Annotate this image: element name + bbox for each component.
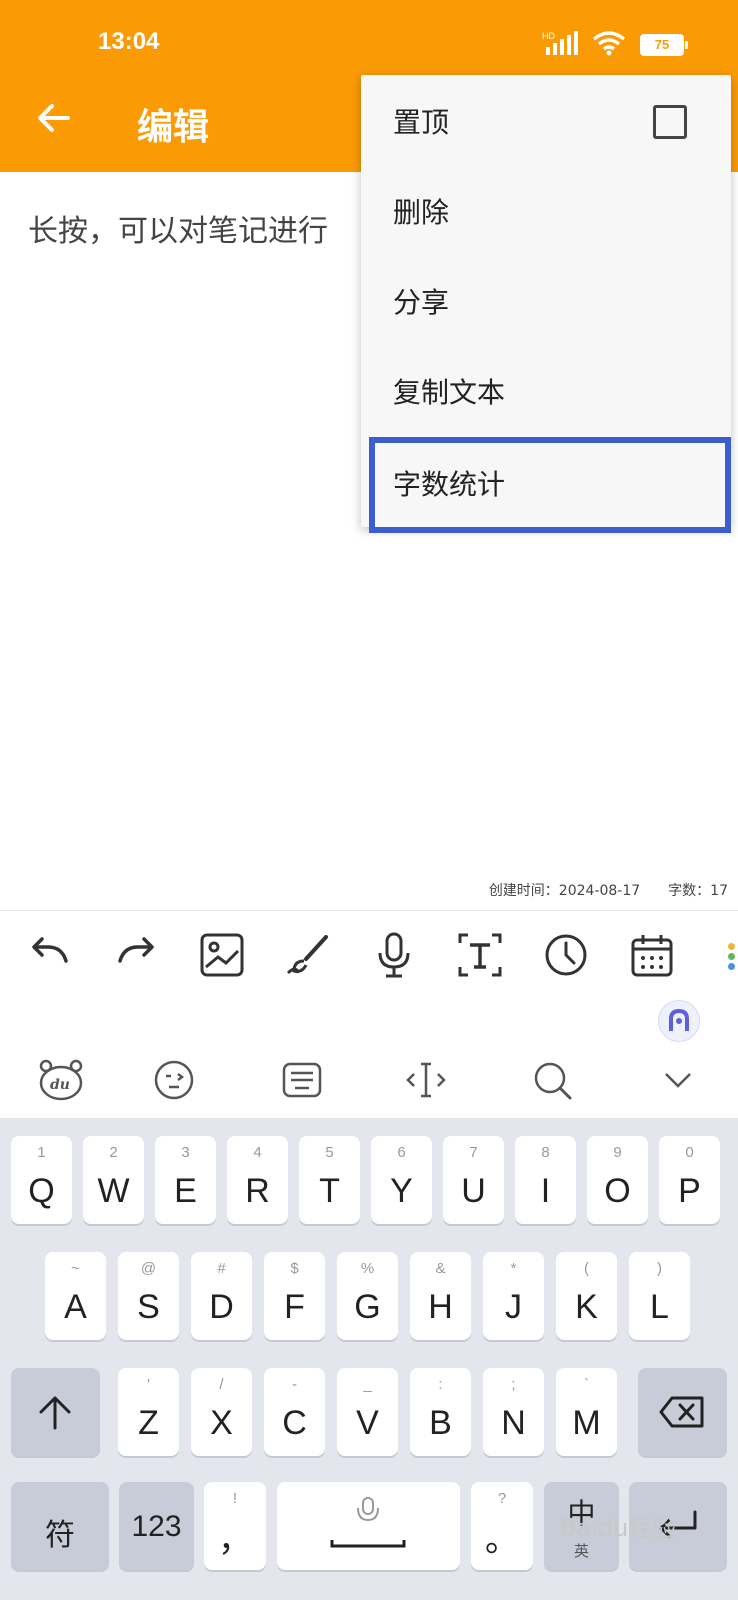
space-mic-icon — [330, 1497, 406, 1548]
key-s[interactable]: @ S — [118, 1252, 179, 1340]
keyboard-icon[interactable] — [280, 1058, 324, 1102]
more-tools-dots[interactable] — [728, 943, 738, 973]
pin-checkbox[interactable] — [653, 105, 687, 139]
key-j[interactable]: * J — [483, 1252, 544, 1340]
svg-text:du: du — [50, 1077, 70, 1093]
menu-item-label: 分享 — [393, 286, 450, 319]
key-b[interactable]: :B — [410, 1368, 471, 1456]
menu-item-pin[interactable]: 置顶 — [361, 75, 731, 165]
undo-icon[interactable] — [26, 931, 74, 979]
key-y[interactable]: 6Y — [371, 1136, 432, 1224]
menu-item-label: 复制文本 — [393, 376, 506, 409]
key-p[interactable]: 0P — [659, 1136, 720, 1224]
key-i[interactable]: 8I — [515, 1136, 576, 1224]
text-recognition-icon[interactable] — [456, 931, 504, 979]
microphone-icon[interactable] — [370, 931, 418, 979]
menu-item-delete[interactable]: 删除 — [361, 165, 731, 255]
note-content[interactable]: 长按，可以对笔记进行 — [28, 206, 328, 250]
numbers-key[interactable]: 123 — [119, 1482, 194, 1570]
calendar-icon[interactable] — [628, 931, 676, 979]
key-q[interactable]: 1Q — [11, 1136, 72, 1224]
back-arrow-icon[interactable] — [34, 98, 74, 138]
key-d[interactable]: # D — [191, 1252, 252, 1340]
key-m[interactable]: ` M — [556, 1368, 617, 1456]
editor-toolbar — [0, 910, 738, 998]
key-o[interactable]: 9O — [587, 1136, 648, 1224]
page-title: 编辑 — [137, 107, 210, 148]
key-u[interactable]: 7U — [443, 1136, 504, 1224]
key-n[interactable]: ; N — [483, 1368, 544, 1456]
network-label: HD — [542, 31, 555, 41]
brush-icon[interactable] — [284, 931, 332, 979]
clock-icon[interactable] — [542, 931, 590, 979]
chevron-down-icon[interactable] — [656, 1058, 700, 1102]
status-time: 13:04 — [98, 28, 160, 55]
key-r[interactable]: 4R — [227, 1136, 288, 1224]
key-g[interactable]: % G — [337, 1252, 398, 1340]
search-icon[interactable] — [530, 1058, 574, 1102]
note-meta: 创建时间：2024-08-17 字数：17 — [488, 883, 728, 899]
image-icon[interactable] — [198, 931, 246, 979]
menu-item-copy-text[interactable]: 复制文本 — [361, 345, 731, 435]
overflow-menu: 置顶 删除 分享 复制文本 字数统计 — [361, 75, 731, 533]
key-w[interactable]: 2W — [83, 1136, 144, 1224]
comma-key[interactable]: ! ， — [204, 1482, 266, 1570]
key-l[interactable]: ) L — [629, 1252, 690, 1340]
redo-icon[interactable] — [112, 931, 160, 979]
space-key[interactable] — [277, 1482, 460, 1570]
assistant-icon[interactable] — [658, 1000, 700, 1042]
key-f[interactable]: $ F — [264, 1252, 325, 1340]
key-z[interactable]: ' Z — [118, 1368, 179, 1456]
backspace-key[interactable] — [638, 1368, 727, 1456]
key-h[interactable]: & H — [410, 1252, 471, 1340]
signal-icon: HD — [542, 31, 578, 55]
menu-item-share[interactable]: 分享 — [361, 255, 731, 345]
period-key[interactable]: ? 。 — [471, 1482, 533, 1570]
cursor-icon[interactable] — [404, 1058, 448, 1102]
symbols-key[interactable]: 符 — [11, 1482, 109, 1570]
watermark: Baidu经验 — [560, 1514, 677, 1542]
key-v[interactable]: _ V — [337, 1368, 398, 1456]
wifi-icon — [592, 31, 626, 56]
shift-key[interactable] — [11, 1368, 100, 1456]
key-e[interactable]: 3E — [155, 1136, 216, 1224]
highlight-box — [369, 437, 731, 533]
menu-item-label: 置顶 — [393, 106, 450, 139]
key-t[interactable]: 5T — [299, 1136, 360, 1224]
key-c[interactable]: -C — [264, 1368, 325, 1456]
keyboard-suggestion-bar — [0, 996, 738, 1118]
du-bear-icon[interactable]: du — [38, 1058, 84, 1102]
key-x[interactable]: / X — [191, 1368, 252, 1456]
battery-indicator: 75 — [640, 34, 688, 56]
menu-item-label: 删除 — [393, 196, 450, 229]
key-a[interactable]: ~ A — [45, 1252, 106, 1340]
emoji-icon[interactable] — [152, 1058, 196, 1102]
backspace-icon — [659, 1396, 704, 1428]
key-k[interactable]: (K — [556, 1252, 617, 1340]
shift-icon — [39, 1396, 71, 1430]
